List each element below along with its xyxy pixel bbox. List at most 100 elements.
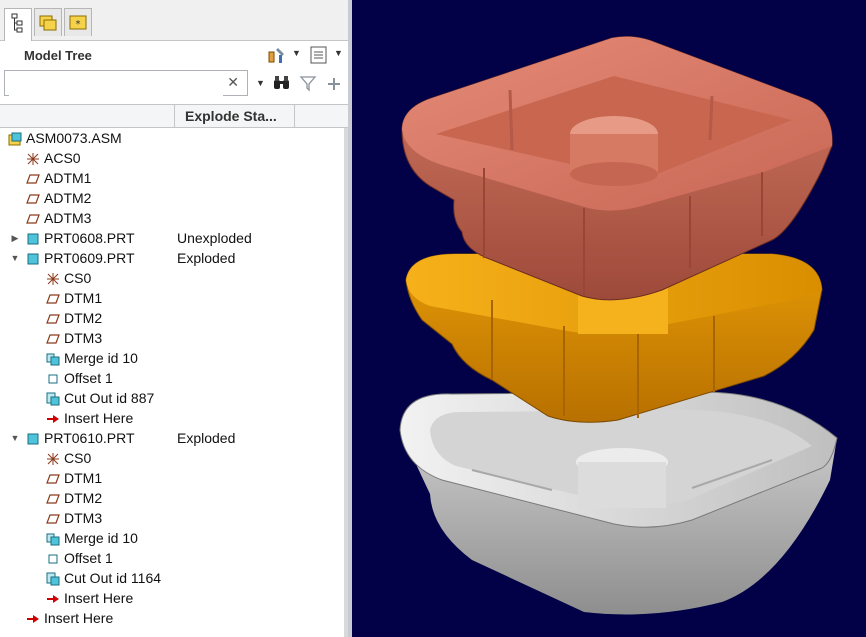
add-icon[interactable] [326,76,342,92]
tree-item-label: ASM0073.ASM [26,130,122,146]
tree-item-label: Merge id 10 [64,350,138,366]
filter-icon[interactable] [299,74,317,92]
tree-row[interactable]: ACS0 [0,148,348,168]
tree-row[interactable]: Cut Out id 1164 [0,568,348,588]
tree-item-label: Merge id 10 [64,530,138,546]
tree-item-label: Offset 1 [64,370,113,386]
collapse-toggle-icon[interactable]: ▼ [10,428,20,448]
explode-state-cell: Exploded [177,430,236,446]
column-divider[interactable] [294,105,295,127]
tree-row[interactable]: Insert Here [0,588,348,608]
tree-row[interactable]: ADTM1 [0,168,348,188]
panel-tab-bar: * [0,0,348,41]
tab-favorites[interactable]: * [64,8,92,36]
tree-row[interactable]: ASM0073.ASM [0,128,348,148]
tab-folder-browser[interactable] [34,8,62,36]
tree-row[interactable]: ▼ PRT0609.PRT Exploded [0,248,348,268]
csys-icon [46,271,60,285]
search-field[interactable]: ✕ [4,70,248,96]
tree-row[interactable]: DTM2 [0,488,348,508]
tree-row[interactable]: CS0 [0,448,348,468]
settings-tools-icon[interactable] [266,44,288,66]
tree-row[interactable]: ▼ PRT0610.PRT Exploded [0,428,348,448]
datum-plane-icon [46,511,60,525]
tree-item-label: PRT0609.PRT [44,250,135,266]
tree-row[interactable]: CS0 [0,268,348,288]
tree-row[interactable]: DTM2 [0,308,348,328]
tree-column-header: Explode Sta... [0,104,348,128]
svg-text:*: * [76,19,81,30]
tree-row[interactable]: ADTM2 [0,188,348,208]
model-tree-icon [11,13,23,33]
folder-browser-icon [39,15,57,31]
favorites-icon: * [69,15,87,30]
datum-plane-icon [46,331,60,345]
tree-item-label: Insert Here [64,410,134,426]
show-list-icon[interactable] [308,44,330,66]
tree-item-label: DTM2 [64,310,103,326]
tree-row[interactable]: Offset 1 [0,368,348,388]
tree-row[interactable]: Merge id 10 [0,528,348,548]
settings-dropdown-icon[interactable]: ▼ [292,48,301,58]
offset-icon [46,371,60,385]
tree-row[interactable]: DTM3 [0,328,348,348]
datum-plane-icon [26,211,40,225]
explode-state-cell: Exploded [177,250,236,266]
insert-arrow-icon [26,611,40,625]
part-icon [26,431,40,445]
tree-item-label: CS0 [64,450,92,466]
datum-plane-icon [46,491,60,505]
tree-row[interactable]: ADTM3 [0,208,348,228]
tree-item-label: Insert Here [64,590,134,606]
datum-plane-icon [26,191,40,205]
tree-row[interactable]: Insert Here [0,408,348,428]
datum-plane-icon [26,171,40,185]
tree-row[interactable]: Cut Out id 887 [0,388,348,408]
explode-state-column-header[interactable]: Explode Sta... [185,108,277,124]
tree-row[interactable]: Insert Here [0,608,348,628]
part-icon [26,251,40,265]
show-dropdown-icon[interactable]: ▼ [334,48,343,58]
merge-icon [46,351,60,366]
search-dropdown-icon[interactable]: ▼ [256,78,265,88]
datum-plane-icon [46,471,60,485]
csys-icon [26,151,40,165]
csys-icon [46,451,60,465]
tree-row[interactable]: Merge id 10 [0,348,348,368]
datum-plane-icon [46,291,60,305]
find-binoculars-icon[interactable] [272,74,292,92]
cutout-icon [46,391,60,406]
clear-icon[interactable]: ✕ [227,74,239,91]
tree-item-label: ADTM3 [44,210,92,226]
tree-item-label: Cut Out id 1164 [64,570,162,586]
collapse-toggle-icon[interactable]: ▼ [10,248,20,268]
tab-model-tree[interactable] [4,8,32,41]
tree-item-label: DTM2 [64,490,103,506]
tree-item-label: DTM3 [64,510,103,526]
panel-title: Model Tree [24,48,92,63]
graphics-viewport[interactable] [352,0,866,637]
tree-item-label: PRT0610.PRT [44,430,135,446]
tree-item-label: ADTM2 [44,190,92,206]
merge-icon [46,531,60,546]
model-tree-panel: * Model Tree ▼ ▼ ✕ ▼ Explode Sta... ASM0… [0,0,352,637]
tree-item-label: ADTM1 [44,170,92,186]
tree-row[interactable]: DTM3 [0,508,348,528]
tree-row[interactable]: DTM1 [0,288,348,308]
assembly-icon [8,131,22,146]
insert-arrow-icon [46,411,60,425]
tree-item-label: CS0 [64,270,92,286]
search-input[interactable] [9,72,223,96]
tree-row[interactable]: ▶ PRT0608.PRT Unexploded [0,228,348,248]
tree-item-label: Offset 1 [64,550,113,566]
tree-row[interactable]: Offset 1 [0,548,348,568]
tree-column-name[interactable] [0,105,175,127]
cutout-icon [46,571,60,586]
expand-toggle-icon[interactable]: ▶ [10,228,20,248]
datum-plane-icon [46,311,60,325]
tree-item-label: PRT0608.PRT [44,230,135,246]
insert-arrow-icon [46,591,60,605]
tree-row[interactable]: DTM1 [0,468,348,488]
explode-state-cell: Unexploded [177,230,252,246]
bottom-part[interactable] [399,391,838,615]
